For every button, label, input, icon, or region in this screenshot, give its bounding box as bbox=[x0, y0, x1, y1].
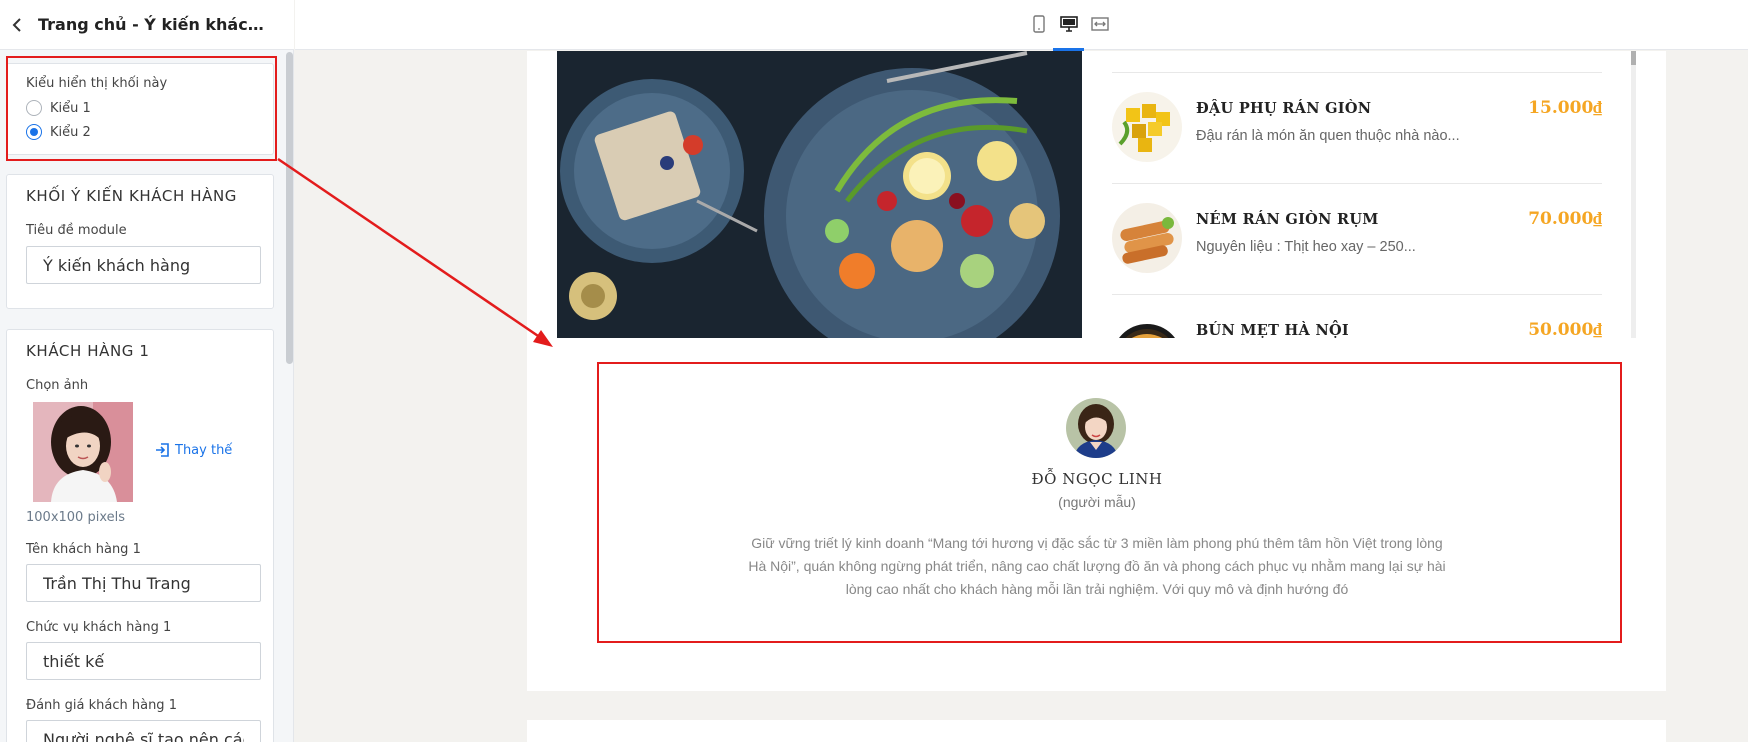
mobile-icon bbox=[1033, 15, 1045, 33]
menu-scroll-track bbox=[1631, 51, 1636, 338]
editor-sidebar: Trang chủ - Ý kiến khách hà... Kiểu hiển… bbox=[0, 0, 294, 742]
menu-item-thumb bbox=[1112, 324, 1182, 338]
menu-item-price: 70.000₫ bbox=[1528, 209, 1602, 229]
display-style-label: Kiểu hiển thị khối này bbox=[26, 76, 168, 91]
fullwidth-icon bbox=[1091, 17, 1109, 31]
menu-item-price: 50.000₫ bbox=[1528, 320, 1602, 338]
customer-review-label: Đánh giá khách hàng 1 bbox=[26, 698, 177, 713]
testimonial-block-card: KHỐI Ý KIẾN KHÁCH HÀNG Tiêu đề module bbox=[6, 174, 274, 309]
menu-item-thumb bbox=[1112, 92, 1182, 162]
testimonial-avatar bbox=[1066, 398, 1126, 458]
menu-item-name: ĐẬU PHỤ RÁN GIÒN bbox=[1196, 100, 1372, 117]
radio-style-2[interactable] bbox=[26, 124, 42, 140]
image-size-hint: 100x100 pixels bbox=[26, 510, 125, 525]
replace-image-button[interactable]: Thay thế bbox=[155, 442, 232, 458]
food-photo bbox=[557, 51, 1082, 338]
testimonial-block-heading: KHỐI Ý KIẾN KHÁCH HÀNG bbox=[26, 187, 237, 205]
chevron-left-icon bbox=[12, 17, 21, 32]
menu-item-thumb bbox=[1112, 203, 1182, 273]
style-option-1-label: Kiểu 1 bbox=[50, 100, 91, 116]
menu-item-name: BÚN MẸT HÀ NỘI bbox=[1196, 322, 1350, 338]
style-option-2[interactable]: Kiểu 2 bbox=[26, 124, 91, 140]
replace-label: Thay thế bbox=[175, 442, 233, 458]
customer-1-heading: KHÁCH HÀNG 1 bbox=[26, 342, 150, 360]
module-title-input[interactable] bbox=[26, 246, 261, 284]
testimonial-avatar-image bbox=[1066, 398, 1126, 458]
customer-review-input[interactable] bbox=[26, 720, 261, 742]
customer-1-photo[interactable] bbox=[33, 402, 133, 502]
back-button[interactable] bbox=[2, 0, 32, 50]
menu-separator bbox=[1112, 72, 1602, 73]
sidebar-title: Trang chủ - Ý kiến khách hà... bbox=[38, 15, 268, 34]
customer-name-label: Tên khách hàng 1 bbox=[26, 542, 141, 557]
preview-topbar bbox=[295, 0, 1748, 50]
customer-1-card: KHÁCH HÀNG 1 Chọn ảnh Thay thế 100x100 p… bbox=[6, 329, 274, 742]
customer-position-label: Chức vụ khách hàng 1 bbox=[26, 620, 172, 635]
style-option-1[interactable]: Kiểu 1 bbox=[26, 100, 91, 116]
customer-position-input[interactable] bbox=[26, 642, 261, 680]
customer-photo-image bbox=[33, 402, 133, 502]
menu-item-desc: Nguyên liệu : Thịt heo xay – 250... bbox=[1196, 239, 1416, 255]
choose-image-label: Chọn ảnh bbox=[26, 378, 89, 393]
customer-name-input[interactable] bbox=[26, 564, 261, 602]
module-title-label: Tiêu đề module bbox=[26, 223, 127, 238]
menu-scroll-thumb[interactable] bbox=[1631, 51, 1636, 65]
tofu-image bbox=[1112, 92, 1182, 162]
fullwidth-view-button[interactable] bbox=[1088, 12, 1112, 36]
sidebar-header: Trang chủ - Ý kiến khách hà... bbox=[0, 0, 294, 50]
style-option-2-label: Kiểu 2 bbox=[50, 124, 91, 140]
menu-separator bbox=[1112, 183, 1602, 184]
menu-item-desc: Đậu rán là món ăn quen thuộc nhà nào... bbox=[1196, 128, 1460, 144]
desktop-icon bbox=[1060, 16, 1078, 32]
next-section bbox=[527, 720, 1666, 742]
menu-separator bbox=[1112, 294, 1602, 295]
menu-item-name: NÉM RÁN GIÒN RỤM bbox=[1196, 211, 1379, 228]
menu-item[interactable]: ĐẬU PHỤ RÁN GIÒN Đậu rán là món ăn quen … bbox=[1112, 92, 1602, 202]
display-style-card: Kiểu hiển thị khối này Kiểu 1 Kiểu 2 bbox=[6, 63, 274, 155]
replace-icon bbox=[156, 443, 169, 457]
mobile-view-button[interactable] bbox=[1027, 12, 1051, 36]
menu-item[interactable]: NÉM RÁN GIÒN RỤM Nguyên liệu : Thịt heo … bbox=[1112, 203, 1602, 313]
testimonial-role: (người mẫu) bbox=[1058, 494, 1136, 510]
menu-item-clipped[interactable]: BÚN MẸT HÀ NỘI 50.000₫ bbox=[1112, 314, 1602, 338]
desktop-view-button[interactable] bbox=[1057, 12, 1081, 36]
sidebar-scroll-area: Kiểu hiển thị khối này Kiểu 1 Kiểu 2 KHỐ… bbox=[0, 51, 294, 742]
bun-image bbox=[1112, 324, 1182, 338]
radio-style-1[interactable] bbox=[26, 100, 42, 116]
menu-item-price: 15.000₫ bbox=[1528, 98, 1602, 118]
sidebar-scrollbar[interactable] bbox=[286, 52, 293, 364]
testimonial-name: ĐỖ NGỌC LINH bbox=[1031, 470, 1163, 488]
testimonial-quote: Giữ vững triết lý kinh doanh “Mang tới h… bbox=[748, 535, 1446, 597]
food-photo-image bbox=[557, 51, 1082, 338]
spring-roll-image bbox=[1112, 203, 1182, 273]
